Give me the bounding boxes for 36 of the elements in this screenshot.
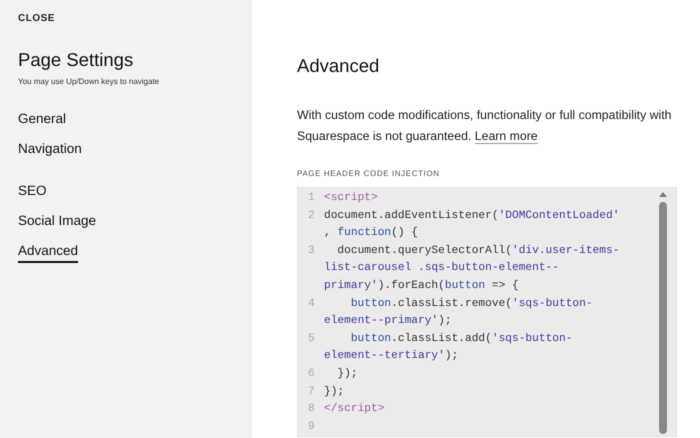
sidebar-hint: You may use Up/Down keys to navigate [18,77,160,86]
nav-item[interactable]: Social Image [18,213,96,233]
code-line: list-carousel .sqs-button-element-- [324,260,559,276]
line-number: 3 [308,244,316,259]
code-line: }); [324,384,344,400]
nav-item[interactable]: Advanced [18,243,78,263]
code-line: button.classList.add('sqs-button- [350,332,572,347]
notice-text: With custom code modifications, functionality or full compatibility with Squarespace is not guaranteed. Learn more [297,107,673,146]
close-button[interactable]: CLOSE [18,13,55,24]
code-editor[interactable] [297,187,677,437]
line-number: 4 [308,296,316,312]
line-number: 9 [308,420,316,435]
line-number: 8 [308,402,316,418]
line-number: 7 [308,384,316,400]
nav-item[interactable]: General [18,111,66,131]
line-number: 5 [308,332,316,347]
code-line: </script> [324,402,384,418]
code-line: primary').forEach(button => { [324,278,519,294]
code-line: , function() { [324,226,418,242]
line-number: 1 [308,191,316,206]
code-line: button.classList.remove('sqs-button- [350,296,593,312]
section-label: PAGE HEADER CODE INJECTION [297,169,441,178]
code-line: element--tertiary'); [324,348,458,364]
code-line: element--primary'); [324,314,452,330]
sidebar-title: Page Settings [18,49,134,71]
code-line: document.querySelectorAll('div.user-items- [336,244,620,259]
code-line: document.addEventListener('DOMContentLoaded' [324,208,620,224]
line-number: 2 [308,208,316,224]
nav-item[interactable]: SEO [18,183,47,203]
code-line: }); [336,366,358,382]
code-line: <script> [324,190,378,206]
learn-more-link[interactable]: Learn more [474,129,538,144]
page-heading: Advanced [297,55,380,77]
line-number: 6 [308,366,316,382]
nav-item[interactable]: Navigation [18,141,82,161]
scrollbar[interactable] [656,190,670,434]
